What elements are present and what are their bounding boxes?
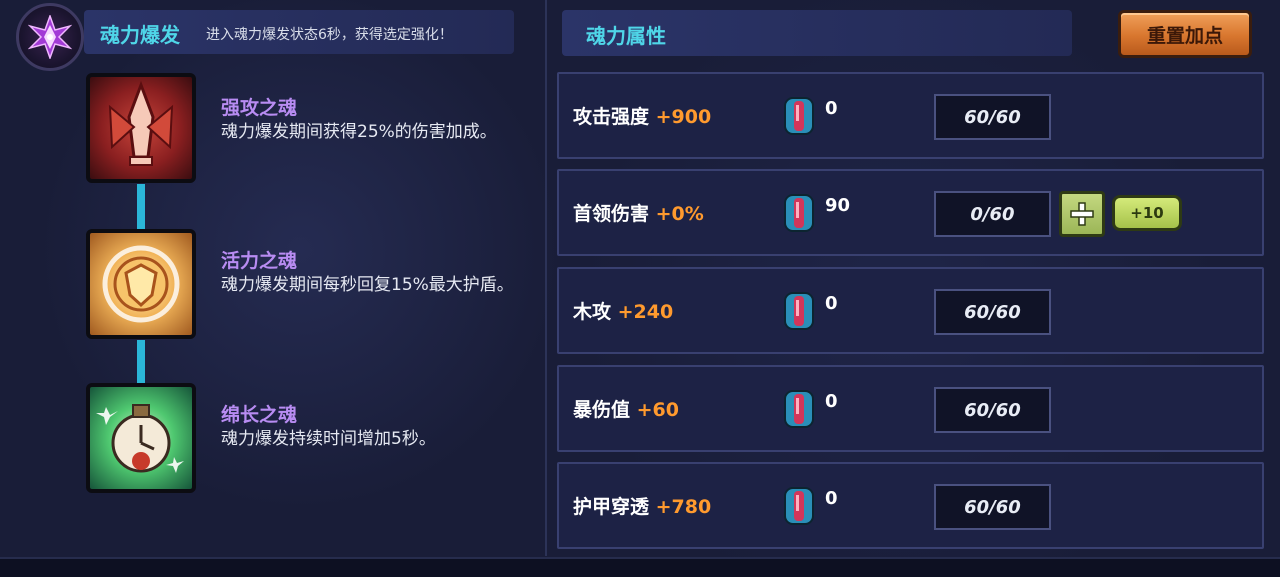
points-display: 60/60: [934, 94, 1051, 140]
burst-title: 魂力爆发: [100, 23, 180, 47]
panel-divider: [545, 0, 547, 556]
attribute-row-wood-attack: 木攻 +240 0 60/60: [557, 267, 1264, 354]
soul-connector: [137, 184, 145, 229]
potion-count: 90: [825, 195, 851, 216]
points-display: 60/60: [934, 289, 1051, 335]
attribute-label: 木攻 +240: [573, 301, 674, 323]
attribute-row-attack: 攻击强度 +900 0 60/60: [557, 72, 1264, 159]
burst-header: 魂力爆发 进入魂力爆发状态6秒，获得选定强化！: [84, 10, 514, 54]
attribute-bonus: +780: [655, 496, 712, 518]
soul-name-endurance: 绵长之魂: [221, 404, 298, 426]
reset-points-button[interactable]: 重置加点: [1118, 10, 1252, 58]
soul-description-vitality: 魂力爆发期间每秒回复15%最大护盾。: [221, 275, 514, 295]
soul-potion-icon: [784, 292, 814, 330]
attribute-label: 攻击强度 +900: [573, 106, 712, 128]
vitality-soul-icon[interactable]: [86, 229, 196, 339]
attribute-label: 护甲穿透 +780: [573, 496, 712, 518]
soul-potion-icon: [784, 390, 814, 428]
attribute-row-crit-damage: 暴伤值 +60 0 60/60: [557, 365, 1264, 452]
soul-potion-icon: [784, 487, 814, 525]
burst-description: 进入魂力爆发状态6秒，获得选定强化！: [206, 27, 453, 43]
soul-description-strike: 魂力爆发期间获得25%的伤害加成。: [221, 122, 497, 142]
attributes-title: 魂力属性: [586, 24, 666, 48]
strike-soul-icon[interactable]: [86, 73, 196, 183]
potion-count: 0: [825, 293, 838, 314]
plus-icon: [1070, 202, 1094, 226]
points-display: 0/60: [934, 191, 1051, 237]
attributes-header: 魂力属性: [562, 10, 1072, 56]
purple-crystal-icon: [16, 3, 84, 71]
bottom-bar: [0, 557, 1280, 577]
add-point-button[interactable]: [1059, 191, 1105, 237]
soul-potion-icon: [784, 97, 814, 135]
attribute-bonus: +0%: [655, 203, 704, 225]
attribute-label: 首领伤害 +0%: [573, 203, 704, 225]
soul-potion-icon: [784, 194, 814, 232]
soul-description-endurance: 魂力爆发持续时间增加5秒。: [221, 429, 436, 449]
potion-count: 0: [825, 391, 838, 412]
attribute-row-armor-penetration: 护甲穿透 +780 0 60/60: [557, 462, 1264, 549]
endurance-soul-icon[interactable]: [86, 383, 196, 493]
attribute-label: 暴伤值 +60: [573, 399, 680, 421]
points-display: 60/60: [934, 387, 1051, 433]
add-ten-points-button[interactable]: +10: [1112, 195, 1182, 231]
soul-connector: [137, 340, 145, 383]
soul-name-vitality: 活力之魂: [221, 250, 298, 272]
potion-count: 0: [825, 488, 838, 509]
potion-count: 0: [825, 98, 838, 119]
attribute-row-boss-damage: 首领伤害 +0% 90 0/60 +10: [557, 169, 1264, 256]
points-display: 60/60: [934, 484, 1051, 530]
soul-name-strike: 强攻之魂: [221, 97, 298, 119]
attribute-bonus: +240: [617, 301, 674, 323]
attribute-bonus: +60: [636, 399, 680, 421]
attribute-bonus: +900: [655, 106, 712, 128]
